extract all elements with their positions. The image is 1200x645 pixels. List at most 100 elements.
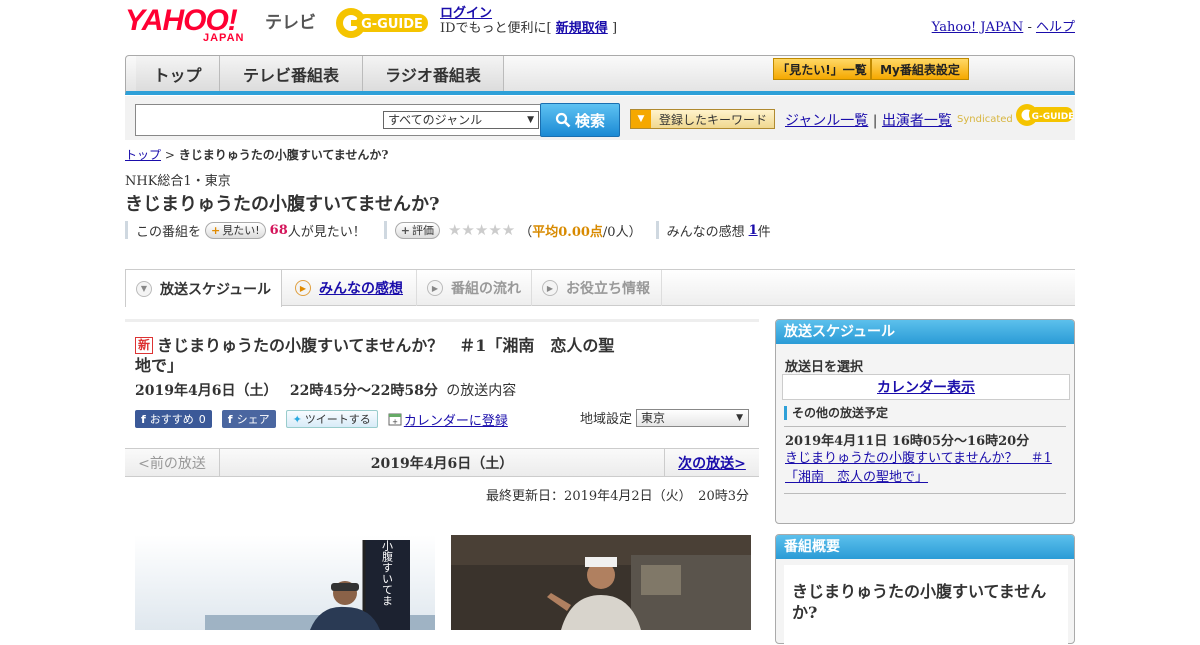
summary-title: きじまりゅうたの小腹すいてませんか? bbox=[792, 582, 1047, 622]
broadcast-pager: <前の放送 2019年4月6日（土） 次の放送> bbox=[125, 448, 759, 477]
help-link[interactable]: ヘルプ bbox=[1036, 20, 1075, 35]
performer-list-link[interactable]: 出演者一覧 bbox=[882, 113, 952, 129]
share-label: シェア bbox=[236, 413, 270, 426]
episode-date-suffix: の放送内容 bbox=[446, 383, 517, 399]
main-nav: トップ テレビ番組表 ラジオ番組表 「見たい!」一覧 My番組表設定 bbox=[125, 55, 1075, 95]
tab-info-label: お役立ち情報 bbox=[566, 281, 650, 297]
facebook-recommend-button[interactable]: f おすすめ 0 bbox=[135, 410, 212, 428]
search-links: ジャンル一覧 | 出演者一覧 bbox=[785, 110, 952, 130]
breadcrumb-top-link[interactable]: トップ bbox=[125, 148, 161, 162]
hyouka-button-label: 評価 bbox=[411, 224, 434, 237]
signup-link[interactable]: 新規取得 bbox=[556, 21, 608, 36]
link-separator: | bbox=[872, 113, 878, 129]
average-score: 平均0.00点 bbox=[532, 224, 603, 240]
search-button[interactable]: 検索 bbox=[540, 103, 620, 137]
mitai-list-button[interactable]: 「見たい!」一覧 bbox=[773, 58, 871, 80]
region-select-value: 東京 bbox=[641, 410, 666, 425]
mitai-button[interactable]: + 見たい! bbox=[205, 221, 266, 239]
genre-list-link[interactable]: ジャンル一覧 bbox=[785, 113, 868, 129]
other-schedule-link[interactable]: きじまりゅうたの小腹すいてませんか？ ＃1「湘南 恋人の聖地で」 bbox=[785, 449, 1055, 487]
rating-row: この番組を + 見たい! 68 人が見たい！ + 評価 ★★★★★ （ 平均0.… bbox=[125, 220, 771, 240]
facebook-icon: f bbox=[141, 412, 146, 426]
episode-title-text: きじまりゅうたの小腹すいてませんか？ ＃1「湘南 恋人の聖地で」 bbox=[135, 336, 615, 375]
calendar-register-link[interactable]: カレンダーに登録 bbox=[404, 410, 508, 429]
tab-info[interactable]: ▶ お役立ち情報 bbox=[532, 270, 662, 306]
registered-keyword-label: 登録したキーワード bbox=[659, 112, 768, 127]
divider bbox=[784, 426, 1066, 427]
plus-icon: + bbox=[400, 223, 410, 237]
header-separator: - bbox=[1027, 20, 1032, 35]
twitter-bird-icon: ✦ bbox=[292, 412, 302, 426]
mitai-suffix: 人が見たい！ bbox=[287, 224, 366, 240]
genre-select[interactable]: すべてのジャンル ▼ bbox=[383, 111, 539, 129]
new-badge: 新 bbox=[135, 337, 154, 354]
chevron-down-icon: ▼ bbox=[736, 412, 743, 423]
other-schedule-label: その他の放送予定 bbox=[784, 406, 888, 420]
divider bbox=[125, 221, 128, 239]
facebook-icon: f bbox=[227, 412, 233, 426]
tab-schedule-label: 放送スケジュール bbox=[160, 281, 272, 298]
schedule-sidebox: 放送スケジュール 放送日を選択 カレンダー表示 その他の放送予定 2019年4月… bbox=[775, 319, 1075, 524]
logo-sub-text: JAPAN bbox=[203, 32, 245, 44]
region-label: 地域設定 bbox=[579, 412, 632, 427]
tweet-button[interactable]: ✦ ツイートする bbox=[285, 410, 378, 428]
play-icon: ▶ bbox=[542, 280, 558, 296]
nav-tab-tv[interactable]: テレビ番組表 bbox=[220, 56, 363, 91]
search-button-label: 検索 bbox=[574, 111, 605, 130]
next-broadcast-link[interactable]: 次の放送> bbox=[664, 449, 759, 476]
kansou-count-link[interactable]: 1 bbox=[749, 223, 758, 238]
recommend-label: おすすめ bbox=[149, 413, 194, 426]
program-photo-2 bbox=[451, 535, 751, 630]
other-schedule-date: 2019年4月11日 16時05分～16時20分 bbox=[785, 434, 1030, 449]
share-row: f おすすめ 0 f シェア ✦ ツイートする + カレンダーに登録 bbox=[135, 408, 508, 430]
syndicated-gguide-logo: Syndicated G-GUIDE bbox=[957, 102, 1075, 128]
gguide-logo[interactable]: G-GUIDE bbox=[334, 6, 434, 40]
calendar-register[interactable]: + カレンダーに登録 bbox=[388, 410, 508, 429]
search-bar: すべてのジャンル ▼ 検索 ▼ 登録したキーワード ジャンル一覧 | 出演者一覧… bbox=[125, 96, 1075, 140]
select-date-label: 放送日を選択 bbox=[785, 360, 864, 375]
program-photo-1: 小腹すいてま bbox=[135, 535, 435, 630]
login-close: ] bbox=[611, 21, 618, 36]
recommend-count: 0 bbox=[198, 412, 206, 426]
tweet-label: ツイートする bbox=[304, 413, 371, 426]
episode-box: 新きじまりゅうたの小腹すいてませんか？ ＃1「湘南 恋人の聖地で」 2019年4… bbox=[125, 319, 759, 447]
nav-tab-radio[interactable]: ラジオ番組表 bbox=[363, 56, 504, 91]
chevron-down-icon: ▼ bbox=[527, 115, 534, 125]
play-icon: ▶ bbox=[427, 280, 443, 296]
divider bbox=[784, 493, 1066, 494]
breadcrumb-separator: > bbox=[164, 148, 175, 162]
search-icon bbox=[555, 112, 571, 128]
gguide-logo-icon: G-GUIDE bbox=[336, 8, 428, 38]
mitai-prefix: この番組を bbox=[136, 224, 202, 240]
my-bangumi-button[interactable]: My番組表設定 bbox=[871, 58, 969, 80]
star-rating-icon: ★★★★★ bbox=[447, 221, 516, 239]
kansou-suffix: 件 bbox=[757, 224, 771, 240]
episode-date-time: 22時45分～22時58分 bbox=[289, 383, 438, 399]
yahoo-japan-logo[interactable]: YAHOO! JAPAN bbox=[125, 6, 265, 45]
divider bbox=[383, 221, 387, 239]
calendar-display-button[interactable]: カレンダー表示 bbox=[782, 374, 1070, 400]
summary-body: きじまりゅうたの小腹すいてませんか? bbox=[784, 565, 1068, 645]
facebook-share-button[interactable]: f シェア bbox=[221, 410, 276, 428]
average-people: /0人） bbox=[602, 224, 642, 240]
summary-sidebox: 番組概要 きじまりゅうたの小腹すいてませんか? bbox=[775, 534, 1075, 645]
chevron-down-icon: ▼ bbox=[631, 110, 651, 128]
tv-label: テレビ bbox=[265, 13, 316, 33]
tab-kansou[interactable]: ▶ みんなの感想 bbox=[285, 270, 417, 306]
play-icon: ▶ bbox=[295, 280, 311, 296]
tab-flow[interactable]: ▶ 番組の流れ bbox=[417, 270, 532, 306]
svg-text:Syndicated: Syndicated bbox=[957, 114, 1013, 125]
login-link[interactable]: ログイン bbox=[440, 6, 492, 21]
registered-keyword-button[interactable]: ▼ 登録したキーワード bbox=[630, 109, 775, 129]
region-select[interactable]: 東京 ▼ bbox=[636, 408, 749, 427]
average-open: （ bbox=[519, 224, 533, 240]
svg-text:+: + bbox=[392, 418, 398, 426]
yahoo-japan-link[interactable]: Yahoo! JAPAN bbox=[932, 20, 1024, 35]
nav-tab-top[interactable]: トップ bbox=[136, 56, 220, 91]
mitai-button-label: 見たい! bbox=[222, 224, 260, 237]
hyouka-button[interactable]: + 評価 bbox=[394, 221, 440, 239]
tab-kansou-label: みんなの感想 bbox=[319, 281, 403, 297]
breadcrumb-current: きじまりゅうたの小腹すいてませんか? bbox=[178, 148, 389, 162]
tab-schedule[interactable]: ▼ 放送スケジュール bbox=[125, 269, 282, 307]
prev-broadcast-button[interactable]: <前の放送 bbox=[125, 449, 220, 476]
